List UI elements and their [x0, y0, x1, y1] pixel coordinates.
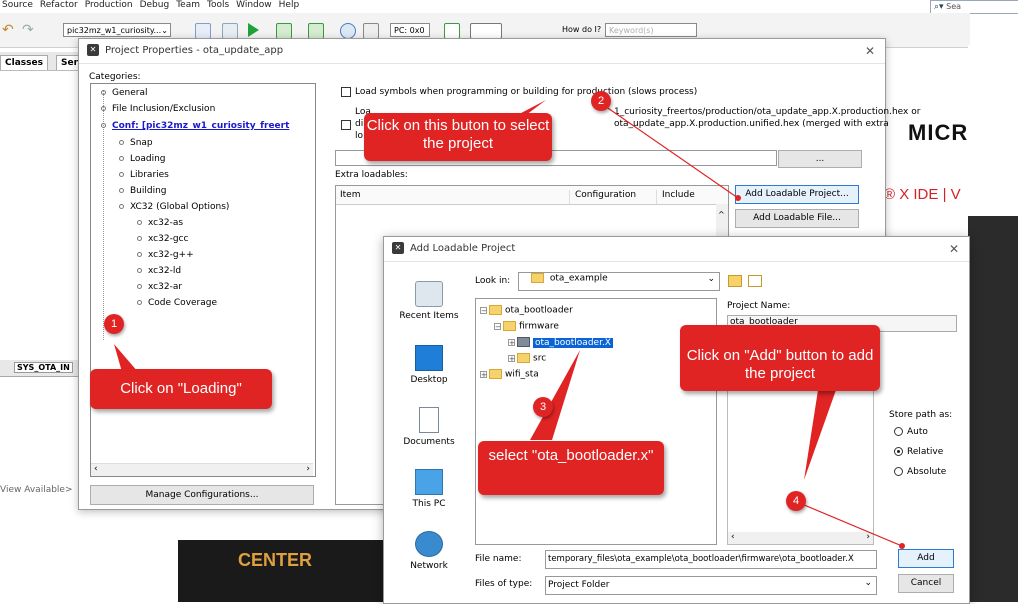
callout-1-pointer	[114, 344, 138, 372]
arrow-2	[601, 103, 739, 199]
arrow-4-target	[899, 543, 905, 549]
arrow-2-target	[735, 195, 741, 201]
callout-select-bootloader: select "ota_bootloader.x"	[478, 441, 664, 495]
arrow-4	[796, 501, 903, 547]
callout-3-pointer	[530, 350, 580, 440]
annotation-arrows	[114, 100, 905, 549]
callout-click-add: Click on "Add" button to add the project	[680, 325, 880, 391]
step-badge-3: 3	[533, 397, 553, 417]
step-badge-2: 2	[591, 91, 611, 111]
callout-click-loading: Click on "Loading"	[90, 369, 272, 409]
callout-4-pointer	[804, 390, 836, 480]
step-badge-1: 1	[104, 314, 124, 334]
step-badge-4: 4	[786, 491, 806, 511]
callout-select-project-button: Click on this buton to select the projec…	[364, 113, 552, 161]
